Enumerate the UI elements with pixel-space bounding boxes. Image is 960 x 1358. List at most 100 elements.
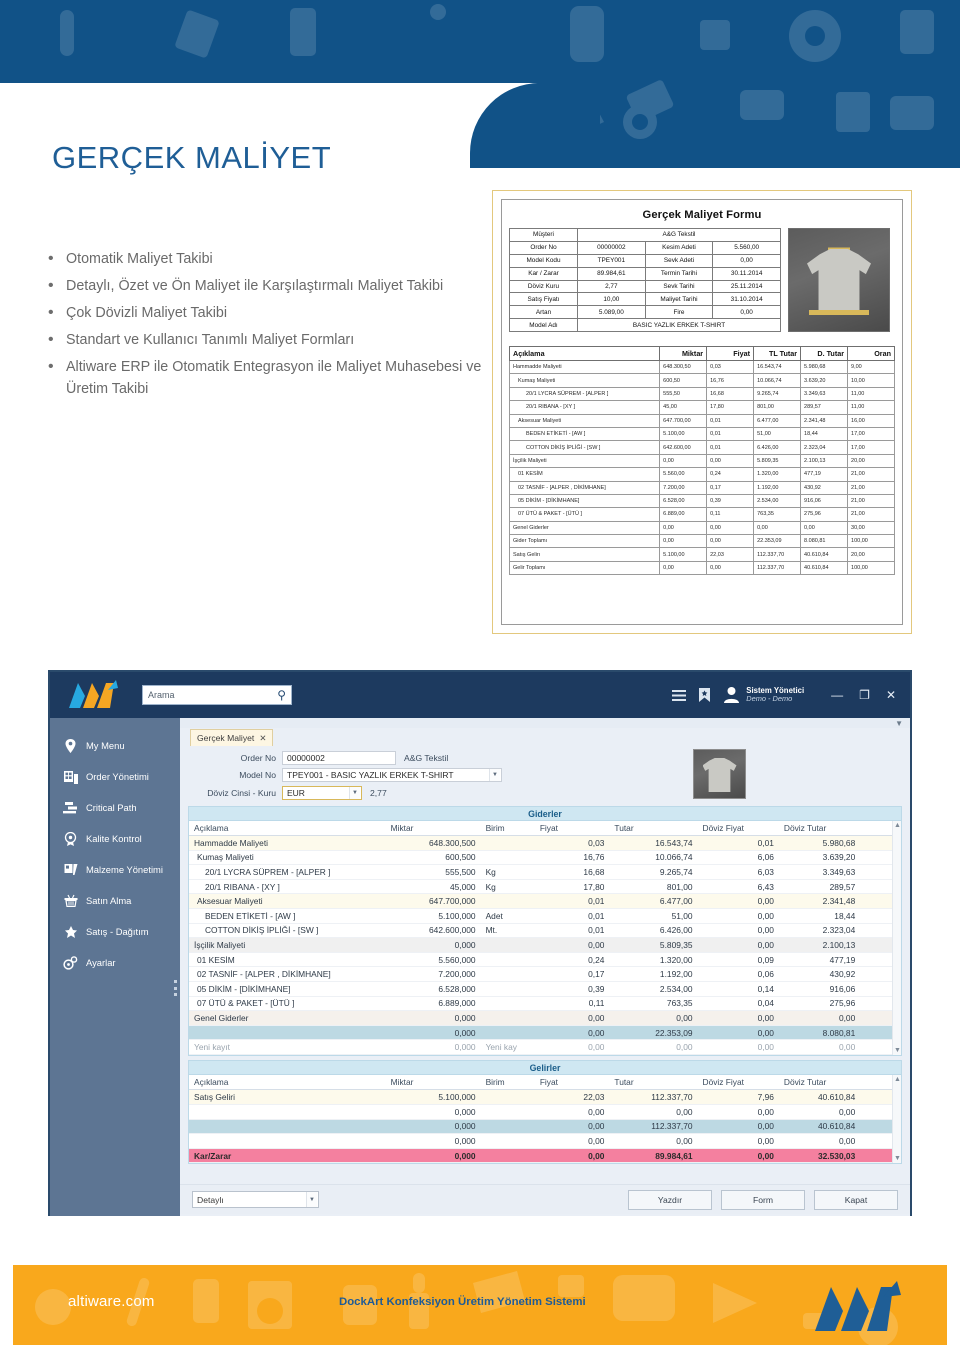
sidebar-resize-grip[interactable] bbox=[174, 980, 178, 996]
sidebar-item-sat-da-t-m[interactable]: Satış - Dağıtım bbox=[50, 916, 180, 947]
table-row[interactable]: Aksesuar Maliyeti 647.700,000 0,01 6.477,00… bbox=[189, 893, 901, 909]
table-row[interactable]: 01 KESİM 5.560,000 0,24 1.320,00 0,09 477,19 bbox=[189, 952, 901, 968]
column-header[interactable]: Fiyat bbox=[534, 1074, 610, 1091]
sidebar-item-kalite-kontrol[interactable]: Kalite Kontrol bbox=[50, 823, 180, 854]
tab-close-icon[interactable]: ✕ bbox=[259, 733, 266, 744]
report-header-value: A&G Tekstil bbox=[577, 228, 781, 242]
sidebar-item-my-menu[interactable]: My Menu bbox=[50, 730, 180, 761]
expenses-scrollbar[interactable]: ▲ ▼ bbox=[892, 820, 901, 1055]
table-row[interactable]: 07 ÜTÜ & PAKET - [ÜTÜ ] 6.889,000 0,11 763,… bbox=[189, 996, 901, 1012]
report-data-row: 07 ÜTÜ & PAKET - [ÜTÜ ] 6.889,00 0,11 763,3… bbox=[508, 507, 895, 522]
report-header-label-2: Sevk Adeti bbox=[644, 253, 714, 268]
table-cell: 6,06 bbox=[697, 850, 779, 866]
table-cell: 5.809,35 bbox=[609, 937, 698, 953]
table-cell: Kar/Zarar bbox=[189, 1148, 386, 1164]
currency-dropdown-icon[interactable]: ▼ bbox=[349, 786, 360, 799]
table-row[interactable]: COTTON DİKİŞ İPLİĞİ - [SW ] 642.600,000 Mt… bbox=[189, 923, 901, 939]
maximize-button[interactable]: ❐ bbox=[859, 689, 870, 701]
model-no-input[interactable]: TPEY001 - BASIC YAZLIK ERKEK T-SHIRT ▼ bbox=[282, 768, 502, 783]
model-no-label: Model No bbox=[239, 770, 276, 781]
report-cell: 6.477,00 bbox=[753, 413, 802, 428]
column-header[interactable]: Fiyat bbox=[534, 820, 610, 836]
table-row[interactable]: 0,000 0,00 0,00 0,00 0,00 bbox=[189, 1133, 901, 1149]
chevron-down-icon[interactable]: ▼ bbox=[895, 719, 903, 728]
scroll-up-icon-2[interactable]: ▲ bbox=[894, 1076, 901, 1083]
report-cell: 16,00 bbox=[847, 413, 895, 428]
column-header[interactable]: Birim bbox=[480, 820, 535, 836]
sidebar-item-order-y-netimi[interactable]: Order Yönetimi bbox=[50, 761, 180, 792]
sidebar-item-malzeme-y-netimi[interactable]: Malzeme Yönetimi bbox=[50, 854, 180, 885]
minimize-button[interactable]: — bbox=[831, 689, 843, 701]
report-data-row: BEDEN ETİKETİ - [AW ] 5.100,00 0,01 51,00 18… bbox=[508, 426, 895, 442]
hamburger-menu-icon[interactable] bbox=[672, 689, 687, 701]
column-header[interactable]: Tutar bbox=[609, 1074, 698, 1091]
kapat-button[interactable]: Kapat bbox=[814, 1189, 898, 1210]
tabstrip: Gerçek Maliyet ✕ bbox=[180, 728, 910, 746]
sidebar-item-critical-path[interactable]: Critical Path bbox=[50, 792, 180, 823]
bullet-text: Otomatik Maliyet Takibi bbox=[66, 251, 213, 267]
table-row[interactable]: 02 TASNİF - [ALPER , DİKİMHANE] 7.200,000… bbox=[189, 966, 901, 982]
column-header[interactable]: Miktar bbox=[385, 1074, 481, 1091]
table-row[interactable]: 0,000 0,00 0,00 0,00 0,00 bbox=[189, 1104, 901, 1120]
income-scrollbar[interactable]: ▲ ▼ bbox=[892, 1074, 901, 1164]
table-row[interactable]: Kumaş Maliyeti 600,500 16,76 10.066,74 6,06 3… bbox=[189, 850, 901, 866]
detail-mode-select[interactable]: Detaylı ▼ bbox=[192, 1191, 319, 1208]
sidebar-item-ayarlar[interactable]: Ayarlar bbox=[50, 947, 180, 978]
search-icon[interactable]: ⚲ bbox=[277, 689, 286, 701]
table-row[interactable]: Kar/Zarar 0,000 0,00 89.984,61 0,00 32.530,03 bbox=[189, 1148, 901, 1164]
table-cell: 22,03 bbox=[534, 1089, 610, 1105]
table-row[interactable]: 20/1 RIBANA - [XY ] 45,000 Kg 17,80 801,00 6,… bbox=[189, 879, 901, 895]
column-header[interactable]: Döviz Fiyat bbox=[697, 1074, 779, 1091]
table-cell bbox=[480, 835, 535, 851]
product-thumbnail[interactable] bbox=[693, 749, 746, 799]
table-cell bbox=[480, 966, 535, 982]
column-header[interactable]: Döviz Tutar bbox=[778, 820, 861, 836]
column-header[interactable]: Tutar bbox=[609, 820, 698, 836]
table-row[interactable]: 0,000 0,00 22.353,09 0,00 8.080,81 bbox=[189, 1025, 901, 1041]
table-row[interactable]: BEDEN ETİKETİ - [AW ] 5.100,000 Adet 0,01 51… bbox=[189, 908, 901, 924]
currency-select[interactable]: EUR ▼ bbox=[282, 785, 362, 800]
column-header[interactable]: Döviz Fiyat bbox=[697, 820, 779, 836]
column-header[interactable]: Açıklama bbox=[189, 820, 386, 836]
currency-label: Döviz Cinsi - Kuru bbox=[207, 787, 276, 798]
table-cell bbox=[480, 1025, 535, 1041]
user-account[interactable]: Sistem Yönetici Demo - Demo bbox=[723, 686, 804, 704]
scroll-up-icon[interactable]: ▲ bbox=[894, 822, 901, 829]
table-row[interactable]: İşçilik Maliyeti 0,000 0,00 5.809,35 0,00 2.1… bbox=[189, 937, 901, 953]
column-header[interactable]: Döviz Tutar bbox=[778, 1074, 861, 1091]
table-cell: 0,00 bbox=[534, 1010, 610, 1026]
model-dropdown-icon[interactable]: ▼ bbox=[489, 769, 500, 782]
report-cell: 6.426,00 bbox=[753, 440, 802, 455]
bookmark-icon[interactable] bbox=[699, 688, 711, 702]
column-header[interactable]: Açıklama bbox=[189, 1074, 386, 1091]
report-detail-table: Açıklama Miktar Fiyat TL Tutar D. Tutar Oran … bbox=[508, 346, 895, 576]
column-header[interactable]: Miktar bbox=[385, 820, 481, 836]
scroll-down-icon[interactable]: ▼ bbox=[894, 1047, 901, 1054]
column-header[interactable]: Birim bbox=[480, 1074, 535, 1091]
expenses-section-title: Giderler bbox=[188, 805, 902, 820]
window-controls: — ❐ ✕ bbox=[831, 689, 896, 701]
report-cell: 0,00 bbox=[659, 520, 708, 536]
table-row[interactable]: Hammadde Maliyeti 648.300,500 0,03 16.543,7… bbox=[189, 835, 901, 851]
sidebar-item-sat-n-alma[interactable]: Satın Alma bbox=[50, 885, 180, 916]
table-row[interactable]: Genel Giderler 0,000 0,00 0,00 0,00 0,00 bbox=[189, 1010, 901, 1026]
report-column-header: Oran bbox=[847, 346, 895, 361]
table-row[interactable]: 05 DİKİM - [DİKİMHANE] 6.528,000 0,39 2.534… bbox=[189, 981, 901, 997]
search-input[interactable]: Arama ⚲ bbox=[142, 685, 292, 705]
close-button[interactable]: ✕ bbox=[886, 689, 896, 701]
tab-gercek-maliyet[interactable]: Gerçek Maliyet ✕ bbox=[190, 729, 274, 746]
scroll-down-icon-2[interactable]: ▼ bbox=[894, 1155, 901, 1162]
table-cell: Adet bbox=[480, 908, 535, 924]
form-button[interactable]: Form bbox=[721, 1189, 805, 1210]
detail-mode-dropdown-icon[interactable]: ▼ bbox=[306, 1192, 317, 1207]
table-row[interactable]: Yeni kayıt 0,000 Yeni kay 0,00 0,00 0,00 0,00 bbox=[189, 1039, 901, 1055]
yazd-r-button[interactable]: Yazdır bbox=[628, 1189, 712, 1210]
report-cell: 0,00 bbox=[706, 453, 755, 469]
report-data-row: 20/1 RIBANA - [XY ] 45,00 17,80 801,00 289,5… bbox=[508, 400, 895, 415]
table-cell: 0,00 bbox=[697, 1133, 779, 1149]
table-row[interactable]: Satış Geliri 5.100,000 22,03 112.337,70 7,96… bbox=[189, 1089, 901, 1105]
table-cell: 430,92 bbox=[778, 966, 861, 982]
table-row[interactable]: 20/1 LYCRA SÜPREM - [ALPER ] 555,500 Kg 16,… bbox=[189, 864, 901, 880]
table-row[interactable]: 0,000 0,00 112.337,70 0,00 40.610,84 bbox=[189, 1119, 901, 1135]
order-no-input[interactable]: 00000002 bbox=[282, 750, 396, 765]
